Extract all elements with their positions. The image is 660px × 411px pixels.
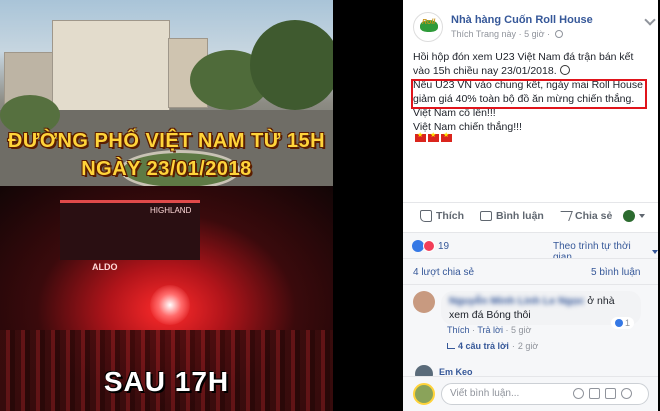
image-gutter (333, 0, 403, 411)
caret-down-icon (639, 214, 645, 218)
shares-count-link[interactable]: 4 lượt chia sẻ (413, 267, 474, 278)
commenter-name-link[interactable]: Nguyễn Minh Linh Le Ngọc (449, 295, 584, 307)
comment-label: Bình luận (496, 210, 544, 222)
like-label: Thích (436, 210, 464, 222)
like-button[interactable]: Thích (420, 210, 464, 222)
flags-row (415, 131, 452, 142)
comment-like-link[interactable]: Thích (447, 325, 470, 335)
avatar[interactable] (413, 291, 435, 313)
reaction-count[interactable]: 19 (438, 241, 449, 252)
photo-caption-line1: ĐƯỜNG PHỐ VIỆT NAM TỪ 15H (7, 130, 326, 152)
replies-separator: · (511, 341, 515, 351)
comment-like-count: 1 (625, 318, 631, 328)
flare-light (150, 285, 190, 325)
comment-reply-link[interactable]: Trả lời (477, 325, 503, 335)
photo-caption-line2: NGÀY 23/01/2018 (81, 158, 252, 180)
post-line: Hồi hộp đón xem U23 Việt Nam đá trận bán… (413, 51, 634, 63)
post-actions: Thích Bình luận Chia sẻ (403, 202, 658, 230)
comments-count-link[interactable]: 5 bình luận (591, 267, 641, 278)
post-time[interactable]: 5 giờ (524, 29, 544, 39)
red-highlight-box (411, 79, 647, 109)
comment-time[interactable]: 5 giờ (511, 325, 531, 335)
post-line: vào 15h chiều nay 23/01/2018. (413, 64, 653, 78)
comment-like-badge[interactable]: 1 (611, 317, 635, 329)
meta-separator: · (547, 29, 553, 39)
share-button[interactable]: Chia sẻ (557, 210, 613, 222)
store-sign: HIGHLAND (150, 206, 192, 215)
stats-bar: 4 lượt chia sẻ 5 bình luận (403, 258, 658, 284)
sticker-icon[interactable] (621, 388, 632, 399)
vietnam-flag-icon (415, 131, 426, 142)
replies-count: 4 câu trả lời (458, 341, 509, 351)
comment-actions: Thích · Trả lời · 5 giờ (447, 325, 531, 335)
post-meta: Thích Trang này · 5 giờ · (451, 29, 563, 39)
share-label: Chia sẻ (575, 210, 613, 222)
reactions-bar: 19 Theo trình tự thời gian (403, 232, 658, 263)
like-reaction-icon (615, 319, 623, 327)
store-sign: ALDO (92, 262, 118, 272)
comment-icon (480, 211, 492, 221)
chevron-down-icon[interactable] (644, 14, 656, 26)
post-line-text: vào 15h chiều nay 23/01/2018. (413, 65, 557, 77)
soccer-ball-icon (559, 65, 570, 75)
reply-arrow-icon (447, 343, 455, 349)
post-as-selector[interactable] (623, 210, 645, 222)
share-arrow-icon (557, 211, 573, 221)
photo-caption-bottom: SAU 17H (103, 366, 230, 397)
logo-text: Roll (422, 19, 436, 26)
like-page-link[interactable]: Thích Trang này (451, 29, 516, 39)
vietnam-flag-icon (428, 131, 439, 142)
comment-button[interactable]: Bình luận (480, 210, 544, 222)
gif-icon[interactable] (605, 388, 616, 399)
page-avatar[interactable]: Roll (413, 12, 443, 42)
building (52, 20, 170, 112)
love-reaction-icon[interactable] (423, 240, 435, 252)
comment-composer: Viết bình luận... (403, 376, 658, 411)
thumbs-up-icon (420, 210, 432, 222)
viewer-avatar (623, 210, 635, 222)
globe-icon (554, 30, 563, 38)
composer-icons (573, 388, 632, 399)
avatar (413, 383, 435, 405)
post-panel: Roll Nhà hàng Cuốn Roll House Thích Tran… (403, 0, 658, 411)
page-name-link[interactable]: Nhà hàng Cuốn Roll House (451, 14, 593, 26)
tree (250, 20, 333, 110)
post-header: Roll Nhà hàng Cuốn Roll House Thích Tran… (413, 12, 656, 42)
view-replies-link[interactable]: 4 câu trả lời · 2 giờ (447, 341, 538, 351)
comments-section: Nguyễn Minh Linh Le Ngọc ở nhà xem đá Bó… (403, 284, 658, 384)
post-photo[interactable]: ĐƯỜNG PHỐ VIỆT NAM TỪ 15H NGÀY 23/01/201… (0, 0, 333, 411)
vietnam-flag-icon (441, 131, 452, 142)
replies-time: 2 giờ (517, 341, 539, 351)
tree (0, 95, 60, 135)
camera-icon[interactable] (589, 388, 600, 399)
emoji-icon[interactable] (573, 388, 584, 399)
